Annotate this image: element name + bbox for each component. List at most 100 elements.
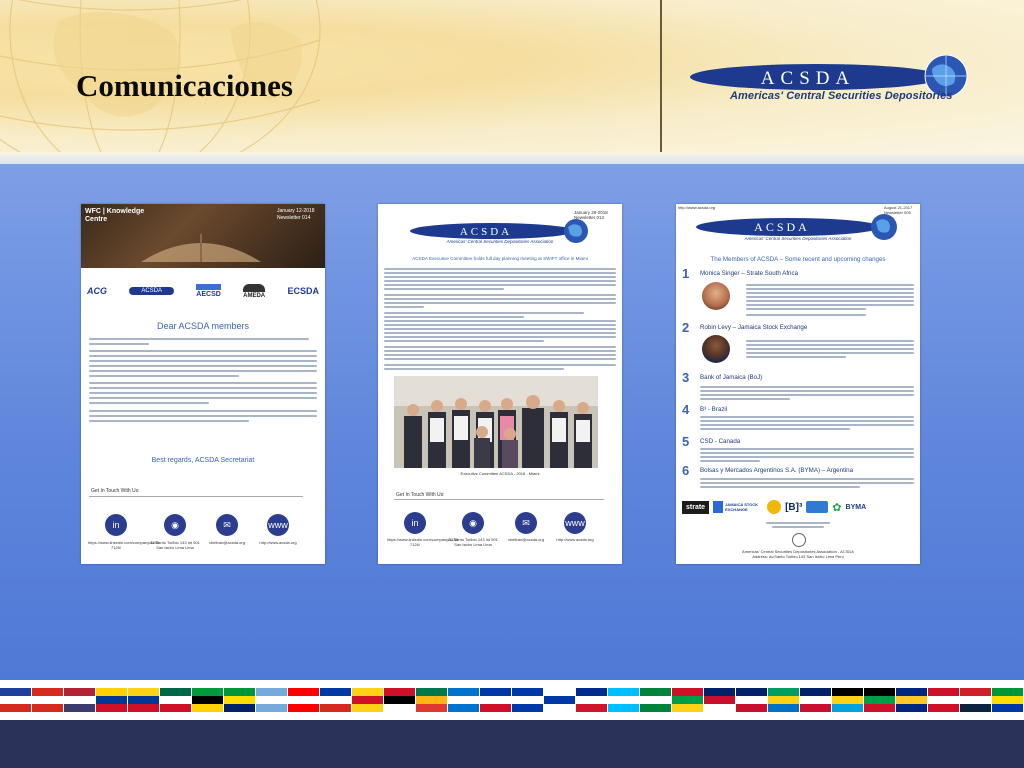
wfc-header-title: WFC | Knowledge Centre (85, 208, 145, 223)
item-number: 1 (682, 266, 690, 281)
headline: ACSDA Executive Committee holds full day… (412, 256, 588, 261)
mail-icon[interactable]: ✉ (515, 512, 537, 534)
slide-footer-bar (0, 720, 1024, 768)
flag-icon (96, 688, 128, 712)
flag-icon (640, 688, 672, 712)
flag-icon (768, 688, 800, 712)
member-logo: JAMAICA STOCK EXCHANGE (713, 501, 764, 513)
flag-icon (992, 688, 1024, 712)
flag-icon (320, 688, 352, 712)
flag-icon (416, 688, 448, 712)
footer-line: Address: Av.Santo Toribio 143 San Isidro… (752, 554, 844, 559)
mail-icon[interactable]: ✉ (216, 514, 238, 536)
flag-icon (864, 688, 896, 712)
partner-logo: ECSDA (287, 286, 319, 296)
linkedin-icon[interactable]: in (404, 512, 426, 534)
item-title: Robin Levy – Jamaica Stock Exchange (700, 324, 808, 331)
contact-linkedin[interactable]: https://www.linkedin.com/company/1135 71… (387, 537, 458, 547)
newsletter-card-members-changes[interactable]: http://www.acsda.org August 21-2017 News… (676, 204, 920, 564)
newsletter-card-executive-committee[interactable]: January 29-2018 Newsletter 013 ACSDA Ame… (378, 204, 622, 564)
flag-icon (736, 688, 768, 712)
flag-icon (928, 688, 960, 712)
item-title: B³ - Brazil (700, 406, 728, 413)
get-in-touch-label: Get In Touch With Us: (396, 492, 445, 498)
item-title: Bank of Jamaica (BoJ) (700, 374, 763, 381)
flag-icon (64, 688, 96, 712)
contact-address: Av.Santo Toribio 143 Int 501 San Isidro … (448, 537, 498, 547)
member-logo: strate (682, 500, 710, 514)
contact-address: Av.Santo Toribio 143 Int 501 San Isidro … (150, 540, 200, 550)
flag-icon (576, 688, 608, 712)
flag-icon (544, 688, 576, 712)
acsda-logo-text: ACSDA (761, 68, 855, 89)
signoff: Best regards, ACSDA Secretariat (151, 457, 255, 464)
flag-icon (512, 688, 544, 712)
item-number: 6 (682, 463, 690, 478)
flag-icon (288, 688, 320, 712)
acsda-logo: ACSDA (690, 55, 968, 98)
acsda-logo-subtitle: Americas' Central Securities Depositorie… (744, 236, 852, 241)
newsletter-gallery: WFC | Knowledge Centre January 12-2018 N… (0, 164, 1024, 680)
newsletter-card-wfc[interactable]: WFC | Knowledge Centre January 12-2018 N… (81, 204, 325, 564)
flag-icon (896, 688, 928, 712)
person-photo-avatar (702, 282, 730, 310)
item-title: Bolsas y Mercados Argentinos S.A. (BYMA)… (700, 467, 854, 474)
member-flags-strip (0, 680, 1024, 720)
partner-logo: AMEDA (243, 283, 266, 299)
flag-icon (608, 688, 640, 712)
flag-icon (672, 688, 704, 712)
item-number: 4 (682, 402, 690, 417)
partner-logos: ACG ACSDA AECSD AMEDA ECSDA (87, 280, 319, 302)
flag-icon (800, 688, 832, 712)
group-photo (394, 376, 598, 468)
byma-emblem-icon: ✿ (832, 501, 842, 514)
greeting: Dear ACSDA members (156, 321, 250, 331)
flag-icon (224, 688, 256, 712)
flag-icon (448, 688, 480, 712)
item-title: CSD - Canada (700, 438, 741, 445)
location-pin-icon[interactable]: ◉ (462, 512, 484, 534)
member-logo: [B]³ (785, 501, 803, 513)
photo-caption: Executive Committee ACSDA - 2018 - Miami (460, 471, 540, 476)
member-logos: strate JAMAICA STOCK EXCHANGE [B]³ ✿ BYM… (682, 498, 916, 516)
contact-website[interactable]: http://www.acsda.org (547, 537, 603, 542)
item-title: Monica Singer – Strate South Africa (700, 270, 799, 277)
flag-icon (0, 688, 32, 712)
location-pin-icon[interactable]: ◉ (164, 514, 186, 536)
partner-logo: AECSD (196, 284, 221, 298)
contact-linkedin[interactable]: https://www.linkedin.com/company/1135 71… (88, 540, 159, 550)
newsletter-date: January 12-2018 (277, 208, 315, 214)
contact-email[interactable]: vbeltran@acsda.org (498, 537, 554, 542)
acsda-logo-text: ACSDA (754, 220, 810, 234)
member-logo: BYMA (845, 503, 867, 511)
flag-icon (352, 688, 384, 712)
website-icon[interactable]: www (564, 512, 586, 534)
acsda-logo: ACSDA (696, 214, 897, 240)
newsletter-issue: Newsletter 014 (277, 215, 311, 221)
get-in-touch-label: Get In Touch With Us: (91, 488, 140, 494)
flag-icon (480, 688, 512, 712)
contact-website[interactable]: http://www.acsda.org (250, 540, 306, 545)
flag-row (0, 686, 1024, 714)
acsda-logo-subtitle: Americas' Central Securities Depositorie… (446, 239, 554, 244)
header-divider (660, 0, 662, 152)
contact-email[interactable]: vbeltran@acsda.org (199, 540, 255, 545)
linkedin-icon[interactable]: in (105, 514, 127, 536)
acsda-logo-text: ACSDA (460, 226, 512, 238)
flag-icon (32, 688, 64, 712)
flag-icon (384, 688, 416, 712)
newsletter-url[interactable]: http://www.acsda.org (678, 205, 715, 210)
acsda-logo: ACSDA (410, 219, 588, 243)
flag-icon (160, 688, 192, 712)
flag-icon (960, 688, 992, 712)
flag-icon (256, 688, 288, 712)
page-title: Comunicaciones (76, 68, 293, 103)
acsda-logo-subtitle: Americas' Central Securities Depositorie… (730, 90, 953, 102)
person-photo-avatar (702, 335, 730, 363)
slide-header: Comunicaciones ACSDA Americas' Central S… (0, 0, 1024, 152)
acsda-small-globe-icon (792, 533, 806, 547)
website-icon[interactable]: www (267, 514, 289, 536)
flag-icon (128, 688, 160, 712)
item-number: 2 (682, 320, 690, 335)
item-number: 5 (682, 434, 690, 449)
